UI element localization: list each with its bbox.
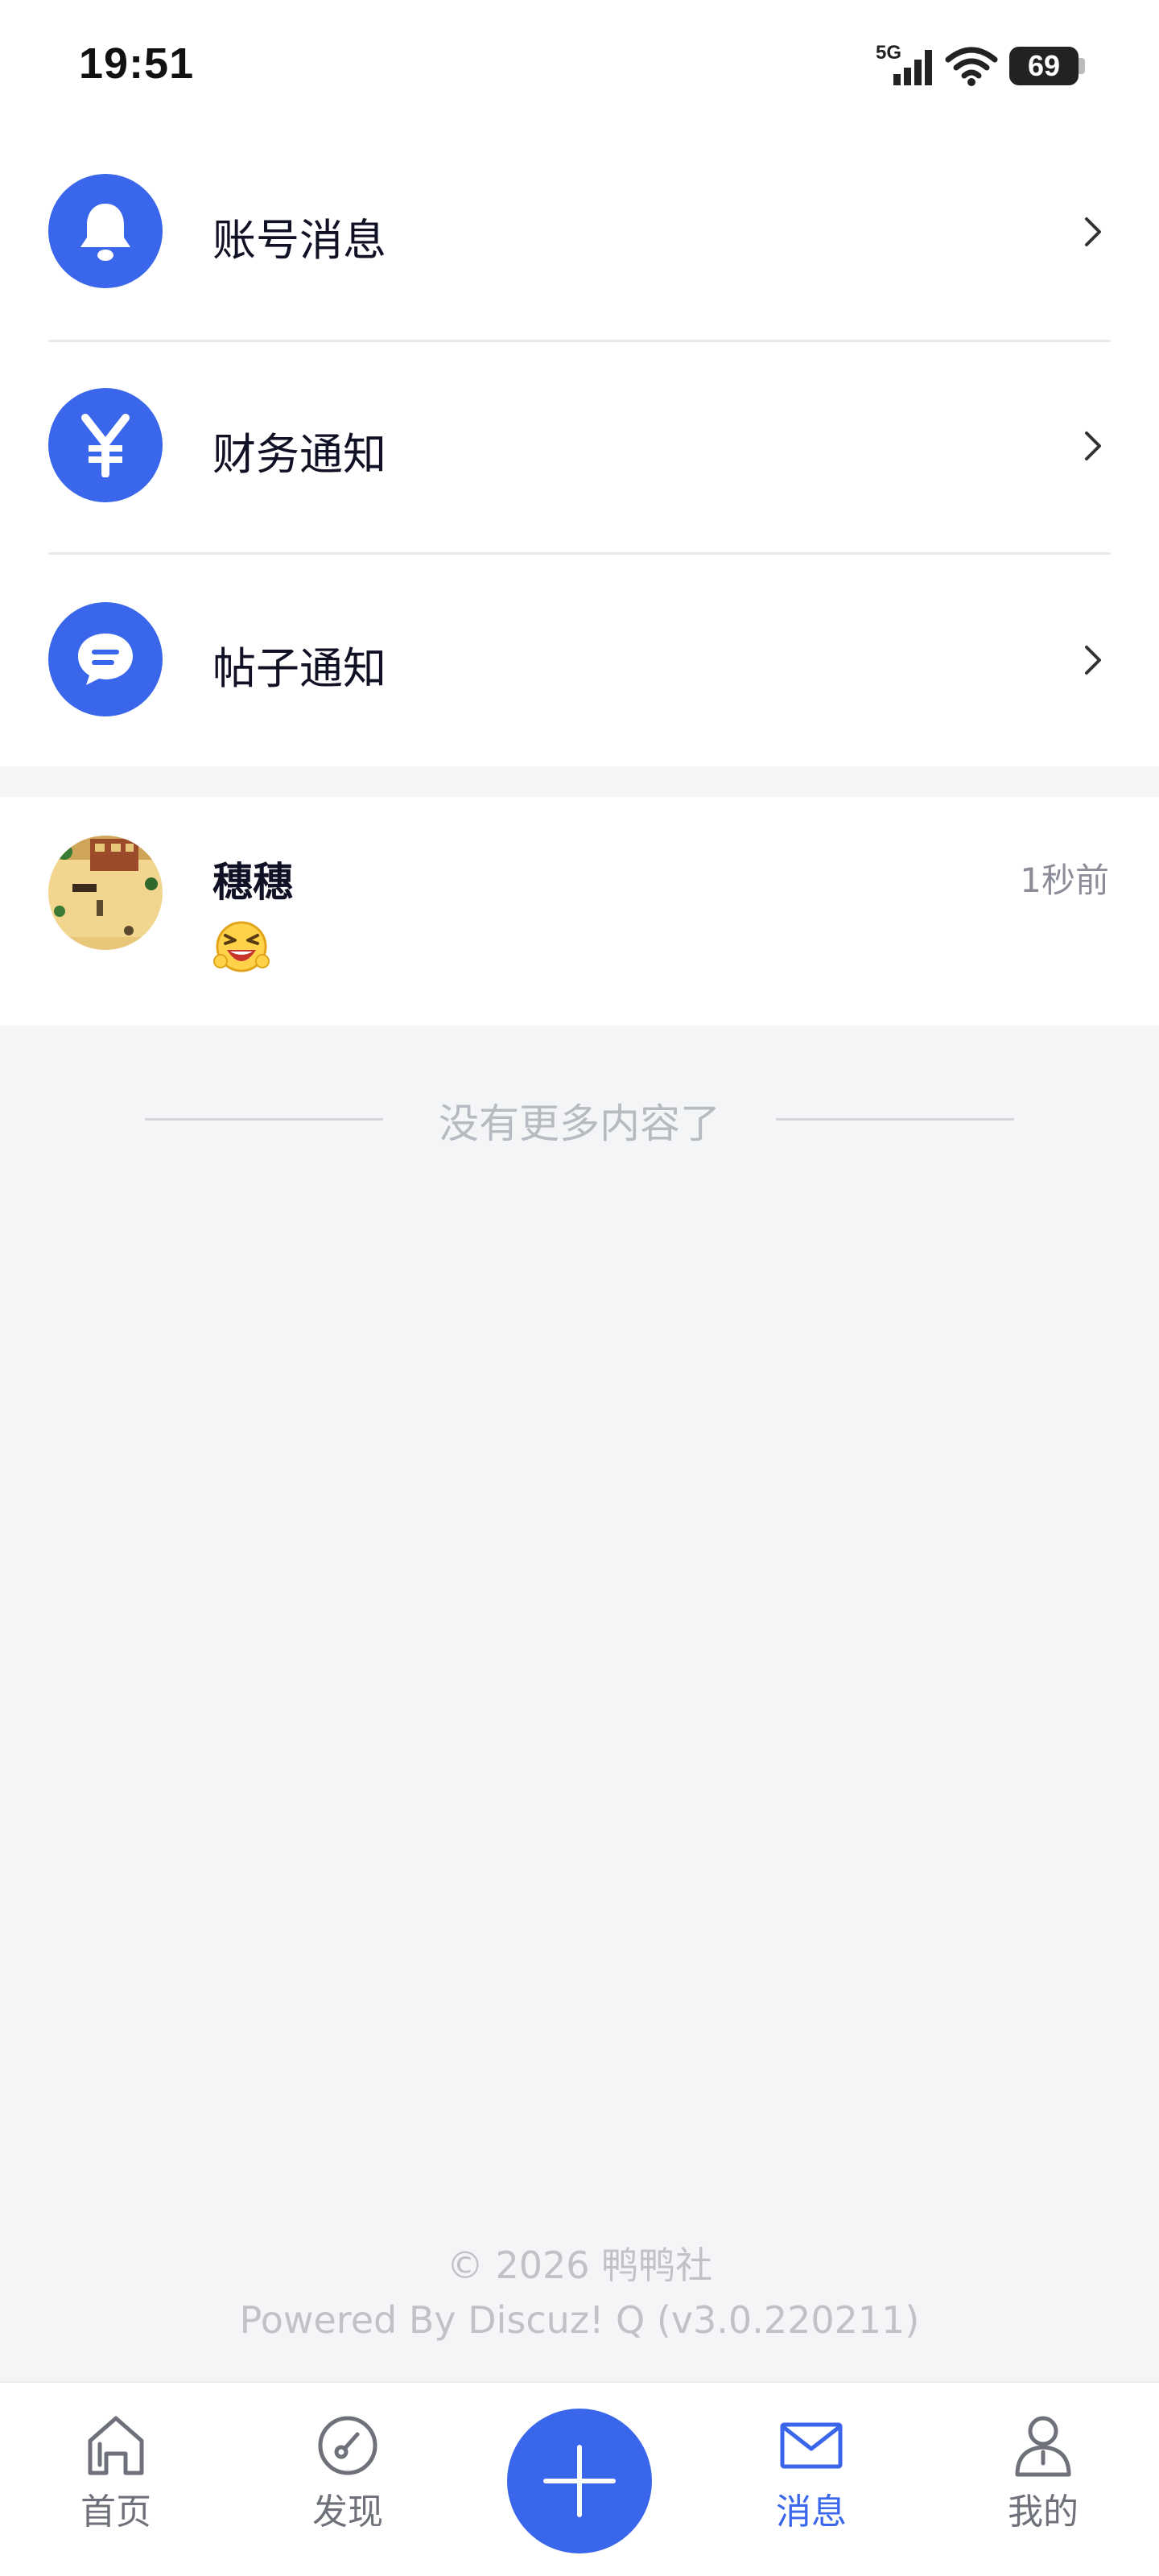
chevron-right-icon xyxy=(1085,431,1101,460)
chat-icon-circle xyxy=(48,602,163,716)
no-more-text: 没有更多内容了 xyxy=(439,1100,720,1147)
notice-item-thread[interactable]: 帖子通知 xyxy=(0,560,1159,773)
publish-button[interactable] xyxy=(507,2409,652,2553)
tab-messages[interactable]: 消息 xyxy=(731,2383,892,2576)
bell-icon xyxy=(80,204,130,261)
tab-label-discover: 发现 xyxy=(312,2491,383,2533)
tab-label-messages: 消息 xyxy=(776,2491,847,2533)
yen-icon-circle xyxy=(48,388,163,502)
no-more-divider: 没有更多内容了 xyxy=(0,1087,1159,1151)
battery-indicator: 69 xyxy=(1009,47,1085,85)
bell-icon-circle xyxy=(48,174,163,288)
notice-item-account[interactable]: 账号消息 xyxy=(0,135,1159,348)
home-icon xyxy=(88,2416,144,2475)
chat-icon xyxy=(78,634,133,685)
dialog-time: 1秒前 xyxy=(1020,861,1109,900)
wifi-icon xyxy=(945,47,998,86)
dialog-username: 穗穗 xyxy=(212,859,293,906)
footer-powered-by: Powered By Discuz! Q (v3.0.220211) xyxy=(239,2298,920,2342)
tab-discover[interactable]: 发现 xyxy=(267,2383,428,2576)
status-bar: 19:51 5G 69 xyxy=(0,0,1159,135)
status-icons: 5G 69 xyxy=(876,42,1085,90)
tab-label-profile: 我的 xyxy=(1008,2491,1079,2533)
footer-copyright: © 2026 鸭鸭社 xyxy=(446,2244,713,2287)
tab-profile[interactable]: 我的 xyxy=(963,2383,1124,2576)
avatar[interactable] xyxy=(48,836,163,950)
compass-icon xyxy=(318,2416,377,2475)
footer: © 2026 鸭鸭社 Powered By Discuz! Q (v3.0.22… xyxy=(0,2238,1159,2347)
bottom-tab-bar: 首页 发现 消息 我的 xyxy=(0,2381,1159,2576)
tab-home[interactable]: 首页 xyxy=(35,2383,196,2576)
notice-label-thread: 帖子通知 xyxy=(212,643,386,694)
tab-label-home: 首页 xyxy=(80,2491,151,2533)
chevron-right-icon xyxy=(1085,217,1101,246)
dialog-list: 穗穗 1秒前 xyxy=(0,797,1159,1026)
divider xyxy=(48,552,1111,555)
yen-icon xyxy=(81,414,130,477)
notice-label-account: 账号消息 xyxy=(212,215,386,266)
plus-icon xyxy=(543,2445,616,2517)
avatar-image xyxy=(48,836,163,950)
laughing-emoji-icon xyxy=(213,921,270,972)
mail-icon xyxy=(780,2422,843,2469)
user-icon xyxy=(1015,2416,1071,2477)
no-more-line-right xyxy=(776,1118,1014,1121)
notice-list: 账号消息 财务通知 帖子通知 xyxy=(0,135,1159,766)
divider xyxy=(48,340,1111,342)
chevron-right-icon xyxy=(1085,646,1101,675)
notice-item-finance[interactable]: 财务通知 xyxy=(0,348,1159,560)
dialog-item[interactable]: 穗穗 1秒前 xyxy=(0,797,1159,1026)
status-time: 19:51 xyxy=(79,39,195,88)
cellular-signal-icon: 5G xyxy=(876,42,934,87)
notice-label-finance: 财务通知 xyxy=(212,429,386,480)
